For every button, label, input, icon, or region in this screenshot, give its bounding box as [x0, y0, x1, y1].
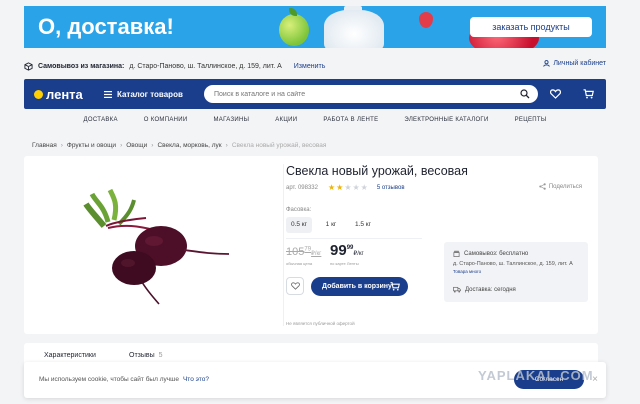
add-to-cart-label: Добавить в корзину — [322, 283, 392, 290]
location-address: д. Старо-Паново, ш. Таллинское, д. 159, … — [129, 62, 282, 70]
favorite-button[interactable] — [286, 277, 304, 295]
heart-icon[interactable] — [550, 89, 561, 99]
pack-option-0.5kg[interactable]: 0.5 кг — [286, 217, 312, 233]
beetroot-image — [83, 188, 230, 305]
breadcrumb-vegetables[interactable]: Овощи — [126, 142, 147, 149]
menu-icon — [104, 90, 112, 98]
breadcrumb-current: Свекла новый урожай, весовая — [231, 142, 327, 149]
promo-banner[interactable]: О, доставка! заказать продукты — [24, 6, 606, 48]
cookie-info-link[interactable]: Что это? — [183, 376, 209, 383]
breadcrumb-fruits-vegetables[interactable]: Фрукты и овощи — [67, 142, 116, 149]
cookie-text: Мы используем cookie, чтобы сайт был луч… — [39, 376, 179, 383]
delivery-label: Доставка: сегодня — [465, 286, 516, 293]
old-price: 10579₽/кг — [286, 246, 321, 258]
article-number: арт. 098332 — [286, 184, 318, 191]
share-icon — [539, 183, 546, 190]
tab-reviews[interactable]: Отзывы 5 — [129, 352, 163, 359]
cabinet-label: Личный кабинет — [553, 60, 606, 67]
breadcrumb-separator: › — [151, 142, 154, 149]
reviews-link[interactable]: 5 отзывов — [377, 185, 405, 191]
cart-icon — [390, 282, 400, 291]
catalog-label: Каталог товаров — [117, 89, 183, 99]
tab-characteristics-label: Характеристики — [44, 352, 96, 359]
pack-option-1.5kg[interactable]: 1.5 кг — [350, 217, 376, 233]
rating-stars: ★★★★★ — [328, 183, 369, 192]
product-title: Свекла новый урожай, весовая — [286, 164, 468, 178]
location-label: Самовывоз из магазина: — [38, 62, 125, 70]
breadcrumb: Главная › Фрукты и овощи › Овощи › Свекл… — [32, 142, 326, 149]
regular-price-note: обычная цена — [286, 261, 313, 266]
nav-item-promos[interactable]: АКЦИИ — [262, 117, 310, 127]
cookie-message: Мы используем cookie, чтобы сайт был луч… — [39, 376, 209, 383]
pack-option-1kg[interactable]: 1 кг — [318, 217, 344, 233]
breadcrumb-separator: › — [120, 142, 123, 149]
user-icon — [543, 60, 551, 67]
pickup-address[interactable]: д. Старо-Паново, ш. Таллинское, д. 159, … — [453, 261, 573, 267]
delivery-info: Самовывоз: бесплатно д. Старо-Паново, ш.… — [444, 242, 588, 302]
search-icon[interactable] — [520, 89, 530, 99]
location-bar: Самовывоз из магазина: д. Старо-Паново, … — [24, 60, 606, 72]
delivery-row: Доставка: сегодня — [453, 286, 516, 293]
breadcrumb-home[interactable]: Главная — [32, 142, 57, 149]
lenta-logo[interactable]: лента — [34, 87, 104, 102]
product-card: Свекла новый урожай, весовая арт. 098332… — [24, 156, 598, 334]
old-price-int: 105 — [286, 246, 305, 258]
nav-item-delivery[interactable]: ДОСТАВКА — [71, 117, 131, 127]
search-input[interactable] — [214, 90, 528, 98]
order-products-button[interactable]: заказать продукты — [470, 17, 592, 37]
stock-link[interactable]: Товара много — [453, 269, 481, 274]
catalog-button[interactable]: Каталог товаров — [104, 90, 204, 99]
tab-reviews-count: 5 — [158, 352, 163, 359]
star-icon: ★ — [360, 183, 369, 192]
banner-title: О, доставка! — [38, 14, 174, 39]
nav-item-stores[interactable]: МАГАЗИНЫ — [200, 117, 262, 127]
add-to-cart-button[interactable]: Добавить в корзину — [311, 277, 408, 296]
card-price-note: по карте Ленты — [330, 261, 359, 266]
truck-icon — [453, 286, 461, 293]
cart-icon[interactable] — [583, 89, 594, 99]
card-price-int: 99 — [330, 242, 347, 259]
cube-icon — [24, 61, 33, 71]
pack-options: 0.5 кг 1 кг 1.5 кг — [286, 217, 376, 233]
pack-label: Фасовка: — [286, 207, 312, 213]
logo-text: лента — [46, 86, 83, 102]
nav-item-catalogs[interactable]: ЭЛЕКТРОННЫЕ КАТАЛОГИ — [391, 117, 501, 127]
pickup-row: Самовывоз: бесплатно — [453, 250, 528, 257]
offer-disclaimer: Не является публичной офертой — [286, 321, 355, 326]
breadcrumb-separator: › — [225, 142, 228, 149]
main-nav: ДОСТАВКА О КОМПАНИИ МАГАЗИНЫ АКЦИИ РАБОТ… — [24, 117, 606, 127]
main-header: лента Каталог товаров — [24, 79, 606, 109]
tab-characteristics[interactable]: Характеристики — [44, 352, 96, 359]
change-location-link[interactable]: Изменить — [294, 63, 326, 70]
search-box — [204, 85, 538, 103]
divider — [286, 238, 422, 239]
logo-dot-icon — [34, 89, 43, 99]
nav-item-careers[interactable]: РАБОТА В ЛЕНТЕ — [310, 117, 391, 127]
watermark: YAPLAKAL.COM — [478, 368, 594, 383]
breadcrumb-beet-carrot-onion[interactable]: Свекла, морковь, лук — [157, 142, 221, 149]
star-icon: ★ — [327, 183, 337, 192]
nav-item-recipes[interactable]: РЕЦЕПТЫ — [502, 117, 560, 127]
raspberry-image — [419, 12, 433, 28]
share-button[interactable]: Поделиться — [539, 183, 582, 190]
milk-bottle-image — [324, 10, 384, 48]
breadcrumb-separator: › — [60, 142, 63, 149]
star-icon: ★ — [344, 183, 353, 192]
card-price: 9999₽/кг — [330, 242, 364, 259]
product-image — [34, 164, 284, 326]
personal-cabinet-link[interactable]: Личный кабинет — [543, 60, 606, 67]
tab-reviews-label: Отзывы — [129, 352, 155, 359]
old-price-unit: ₽/кг — [311, 251, 322, 257]
card-price-unit: ₽/кг — [353, 251, 364, 257]
share-label: Поделиться — [548, 183, 582, 190]
heart-icon — [290, 282, 300, 290]
product-meta: арт. 098332 ★★★★★ 5 отзывов — [286, 183, 405, 192]
star-icon: ★ — [352, 183, 361, 192]
pickup-label: Самовывоз: бесплатно — [464, 250, 529, 257]
apple-image — [279, 14, 309, 46]
nav-item-about[interactable]: О КОМПАНИИ — [131, 117, 201, 127]
store-icon — [453, 250, 460, 257]
